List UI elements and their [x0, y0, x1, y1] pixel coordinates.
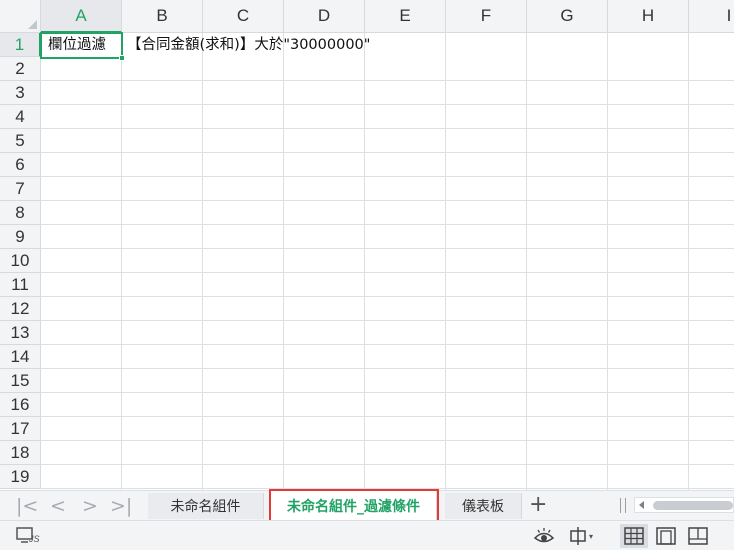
add-sheet-icon[interactable]: + [529, 493, 547, 517]
row-header-15[interactable]: 15 [0, 369, 41, 393]
status-bar: JS ▾ [0, 520, 734, 550]
select-all-icon [28, 20, 37, 29]
eye-icon [533, 528, 555, 543]
center-cross-icon [570, 527, 586, 545]
spreadsheet-grid[interactable]: A B C D E F G H I 1 2 3 4 5 6 7 8 9 10 1… [0, 0, 734, 490]
row-header-2[interactable]: 2 [0, 57, 41, 81]
fill-handle[interactable] [119, 55, 125, 61]
gridline-horizontal [41, 104, 734, 105]
page-layout-icon [656, 527, 676, 545]
column-header-d[interactable]: D [284, 0, 365, 33]
row-header-13[interactable]: 13 [0, 321, 41, 345]
page-layout-view-button[interactable] [652, 524, 680, 548]
dropdown-arrow-icon: ▾ [588, 531, 593, 541]
first-sheet-icon[interactable]: |< [16, 495, 38, 517]
row-header-11[interactable]: 11 [0, 273, 41, 297]
sheet-tab-unnamed-component[interactable]: 未命名組件 [148, 493, 264, 519]
sheet-tab-filter-conditions[interactable]: 未命名組件_過濾條件 [269, 489, 439, 523]
row-header-17[interactable]: 17 [0, 417, 41, 441]
page-break-view-button[interactable] [684, 524, 712, 548]
gridline-horizontal [41, 440, 734, 441]
gridline-vertical [526, 33, 527, 490]
gridline-vertical [607, 33, 608, 490]
gridline-vertical [202, 33, 203, 490]
row-header-19[interactable]: 19 [0, 465, 41, 489]
gridline-horizontal [41, 488, 734, 489]
tab-splitter-icon[interactable] [620, 498, 626, 513]
column-header-e[interactable]: E [365, 0, 446, 33]
next-sheet-icon[interactable]: > [82, 495, 98, 517]
row-header-18[interactable]: 18 [0, 441, 41, 465]
js-label: JS [29, 534, 40, 544]
column-header-a[interactable]: A [41, 0, 122, 33]
gridline-horizontal [41, 80, 734, 81]
gridline-vertical [364, 33, 365, 490]
gridline-horizontal [41, 176, 734, 177]
sheet-tab-dashboard[interactable]: 儀表板 [445, 493, 522, 519]
sheet-tab-bar: |< < > >| 未命名組件 未命名組件_過濾條件 儀表板 + [0, 489, 734, 523]
prev-sheet-icon[interactable]: < [50, 495, 66, 517]
row-header-9[interactable]: 9 [0, 225, 41, 249]
gridline-horizontal [41, 224, 734, 225]
row-header-8[interactable]: 8 [0, 201, 41, 225]
row-header-7[interactable]: 7 [0, 177, 41, 201]
column-header-g[interactable]: G [527, 0, 608, 33]
gridline-horizontal [41, 320, 734, 321]
gridline-horizontal [41, 296, 734, 297]
row-header-4[interactable]: 4 [0, 105, 41, 129]
scroll-left-icon[interactable] [639, 501, 644, 509]
last-sheet-icon[interactable]: >| [110, 495, 132, 517]
row-header-14[interactable]: 14 [0, 345, 41, 369]
cell-b1[interactable]: 【合同金額(求和)】大於"30000000" [127, 33, 370, 57]
gridline-vertical [688, 33, 689, 490]
gridline-vertical [121, 33, 122, 490]
center-view-button[interactable]: ▾ [563, 525, 597, 547]
gridline-horizontal [41, 368, 734, 369]
horizontal-scrollbar[interactable] [634, 497, 734, 513]
gridline-horizontal [41, 272, 734, 273]
gridline-horizontal [41, 248, 734, 249]
column-header-f[interactable]: F [446, 0, 527, 33]
column-header-b[interactable]: B [122, 0, 203, 33]
gridline-horizontal [41, 416, 734, 417]
row-header-12[interactable]: 12 [0, 297, 41, 321]
gridline-vertical [283, 33, 284, 490]
select-all-corner[interactable] [0, 0, 41, 33]
row-header-5[interactable]: 5 [0, 129, 41, 153]
page-break-icon [688, 527, 708, 545]
gridline-horizontal [41, 392, 734, 393]
gridline-vertical [445, 33, 446, 490]
normal-view-button[interactable] [620, 524, 648, 548]
js-macro-button[interactable]: JS [12, 525, 42, 547]
column-header-i[interactable]: I [689, 0, 734, 33]
active-cell-selection [40, 32, 125, 61]
gridline-horizontal [41, 200, 734, 201]
grid-view-icon [624, 527, 644, 545]
scrollbar-thumb[interactable] [653, 501, 733, 510]
column-header-h[interactable]: H [608, 0, 689, 33]
gridline-horizontal [41, 128, 734, 129]
eye-protection-button[interactable] [531, 525, 557, 547]
row-header-3[interactable]: 3 [0, 81, 41, 105]
gridline-horizontal [41, 344, 734, 345]
row-header-1[interactable]: 1 [0, 33, 41, 57]
row-header-10[interactable]: 10 [0, 249, 41, 273]
column-header-c[interactable]: C [203, 0, 284, 33]
gridline-horizontal [41, 464, 734, 465]
row-header-16[interactable]: 16 [0, 393, 41, 417]
gridline-horizontal [41, 152, 734, 153]
row-header-6[interactable]: 6 [0, 153, 41, 177]
